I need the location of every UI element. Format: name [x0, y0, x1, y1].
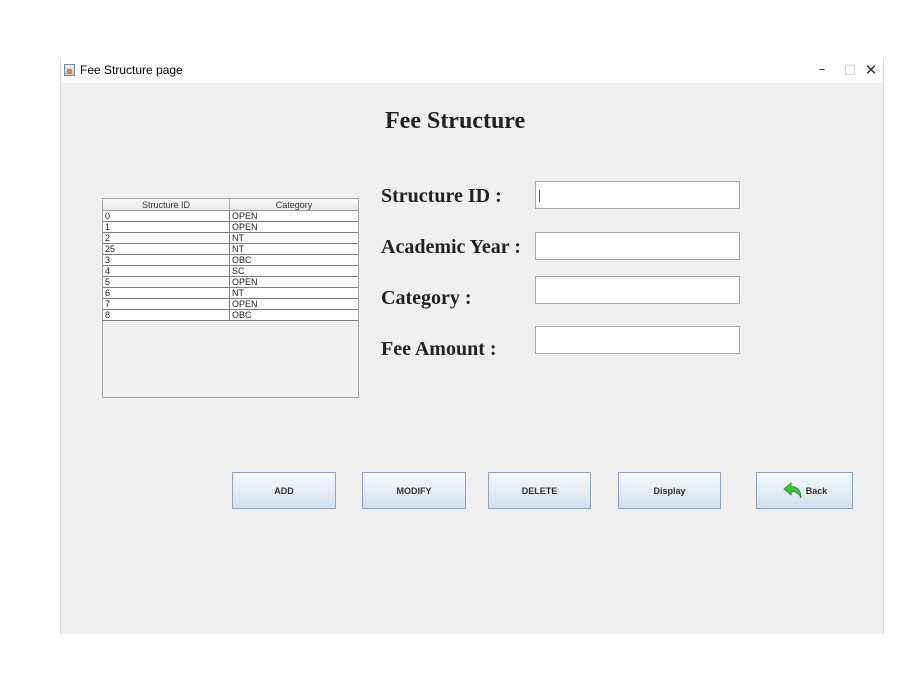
- table-row[interactable]: 3 OBC: [103, 254, 358, 266]
- structure-id-field[interactable]: [535, 181, 740, 209]
- cell-structure-id: 1: [103, 221, 230, 233]
- close-button[interactable]: ✕: [856, 59, 886, 83]
- cell-category: OBC: [229, 309, 358, 321]
- table-row[interactable]: 5 OPEN: [103, 276, 358, 288]
- table-row[interactable]: 7 OPEN: [103, 298, 358, 310]
- cell-category: SC: [229, 265, 358, 277]
- fee-amount-field[interactable]: [535, 326, 740, 354]
- table-row[interactable]: 25 NT: [103, 243, 358, 255]
- category-field[interactable]: [535, 276, 740, 304]
- cell-structure-id: 2: [103, 232, 230, 244]
- cell-category: NT: [229, 287, 358, 299]
- cell-category: OPEN: [229, 298, 358, 310]
- category-label: Category :: [381, 287, 472, 309]
- cell-structure-id: 4: [103, 265, 230, 277]
- cell-structure-id: 7: [103, 298, 230, 310]
- modify-button[interactable]: MODIFY: [362, 472, 466, 509]
- delete-button[interactable]: DELETE: [488, 472, 591, 509]
- table-header-row: Structure ID Category: [103, 199, 358, 211]
- window-title: Fee Structure page: [80, 63, 183, 77]
- java-app-icon: [64, 64, 75, 76]
- back-arrow-icon: [783, 481, 802, 498]
- title-bar: Fee Structure page – □ ✕: [61, 59, 883, 83]
- cell-category: NT: [229, 243, 358, 255]
- table-row[interactable]: 0 OPEN: [103, 210, 358, 222]
- table-row[interactable]: 6 NT: [103, 287, 358, 299]
- cell-structure-id: 0: [103, 210, 230, 222]
- cell-structure-id: 6: [103, 287, 230, 299]
- cell-category: OPEN: [229, 221, 358, 233]
- add-button[interactable]: ADD: [232, 472, 336, 509]
- academic-year-field[interactable]: [535, 232, 740, 260]
- minimize-button[interactable]: –: [807, 59, 837, 83]
- back-button-label: Back: [805, 485, 828, 496]
- fee-amount-label: Fee Amount :: [381, 338, 497, 360]
- column-header-structure-id[interactable]: Structure ID: [103, 199, 230, 211]
- cell-category: OPEN: [229, 276, 358, 288]
- table-row[interactable]: 4 SC: [103, 265, 358, 277]
- cell-structure-id: 25: [103, 243, 230, 255]
- column-header-category[interactable]: Category: [229, 199, 358, 211]
- cell-structure-id: 3: [103, 254, 230, 266]
- cell-category: OPEN: [229, 210, 358, 222]
- structure-id-label: Structure ID :: [381, 185, 502, 207]
- cell-structure-id: 8: [103, 309, 230, 321]
- cell-structure-id: 5: [103, 276, 230, 288]
- table-row[interactable]: 2 NT: [103, 232, 358, 244]
- cell-category: OBC: [229, 254, 358, 266]
- table-row[interactable]: 8 OBC: [103, 309, 358, 321]
- display-button[interactable]: Display: [618, 472, 721, 509]
- text-caret: [539, 190, 540, 202]
- table-row[interactable]: 1 OPEN: [103, 221, 358, 233]
- page-title: Fee Structure: [385, 108, 526, 134]
- academic-year-label: Academic Year :: [381, 236, 521, 258]
- cell-category: NT: [229, 232, 358, 244]
- fee-structure-table[interactable]: Structure ID Category 0 OPEN 1 OPEN 2 NT 25…: [102, 198, 359, 398]
- back-button[interactable]: Back: [756, 472, 853, 509]
